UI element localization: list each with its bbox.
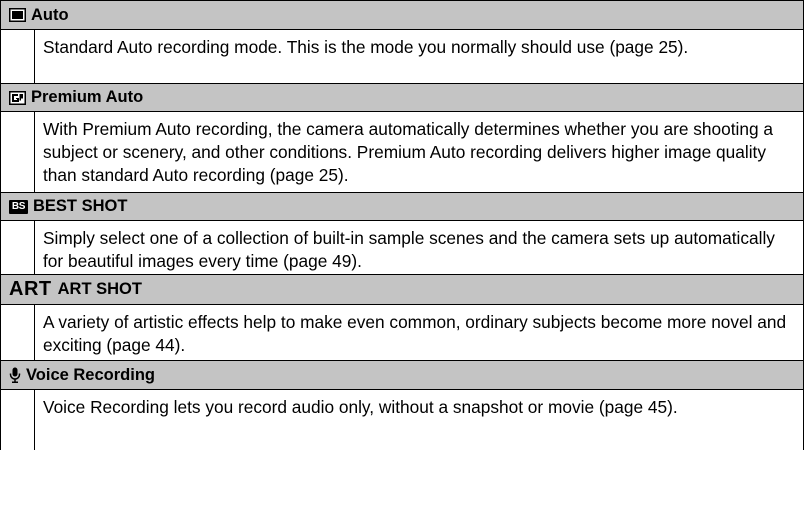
mode-body-auto: Standard Auto recording mode. This is th… bbox=[1, 30, 803, 84]
mode-description: With Premium Auto recording, the camera … bbox=[43, 119, 774, 185]
mode-description: A variety of artistic effects help to ma… bbox=[43, 312, 787, 355]
mode-body-art-shot: A variety of artistic effects help to ma… bbox=[1, 305, 803, 361]
mode-description: Voice Recording lets you record audio on… bbox=[43, 397, 678, 417]
premium-auto-icon bbox=[9, 90, 26, 105]
mode-section-premium-auto: Premium Auto With Premium Auto recording… bbox=[1, 84, 803, 193]
mode-title: ART SHOT bbox=[57, 280, 142, 298]
art-shot-icon: ART bbox=[9, 278, 52, 300]
mode-title: BEST SHOT bbox=[33, 197, 128, 215]
mode-section-voice-recording: Voice Recording Voice Recording lets you… bbox=[1, 361, 803, 450]
mode-header-best-shot: BS BEST SHOT bbox=[1, 193, 803, 221]
mode-header-art-shot: ART ART SHOT bbox=[1, 275, 803, 305]
best-shot-icon: BS bbox=[9, 199, 28, 214]
auto-mode-icon bbox=[9, 8, 26, 22]
recording-modes-table: Auto Standard Auto recording mode. This … bbox=[0, 0, 804, 450]
mode-body-premium-auto: With Premium Auto recording, the camera … bbox=[1, 112, 803, 193]
mode-title: Voice Recording bbox=[26, 365, 155, 384]
mode-description: Standard Auto recording mode. This is th… bbox=[43, 37, 689, 57]
mode-body-best-shot: Simply select one of a collection of bui… bbox=[1, 221, 803, 275]
mode-header-auto: Auto bbox=[1, 1, 803, 30]
mode-section-auto: Auto Standard Auto recording mode. This … bbox=[1, 1, 803, 84]
mode-description: Simply select one of a collection of bui… bbox=[43, 228, 775, 271]
microphone-icon bbox=[9, 367, 21, 383]
mode-section-art-shot: ART ART SHOT A variety of artistic effec… bbox=[1, 275, 803, 361]
mode-header-voice-recording: Voice Recording bbox=[1, 361, 803, 390]
mode-section-best-shot: BS BEST SHOT Simply select one of a coll… bbox=[1, 193, 803, 275]
mode-title: Auto bbox=[31, 5, 69, 24]
mode-title: Premium Auto bbox=[31, 88, 144, 106]
mode-header-premium-auto: Premium Auto bbox=[1, 84, 803, 112]
mode-body-voice-recording: Voice Recording lets you record audio on… bbox=[1, 390, 803, 450]
